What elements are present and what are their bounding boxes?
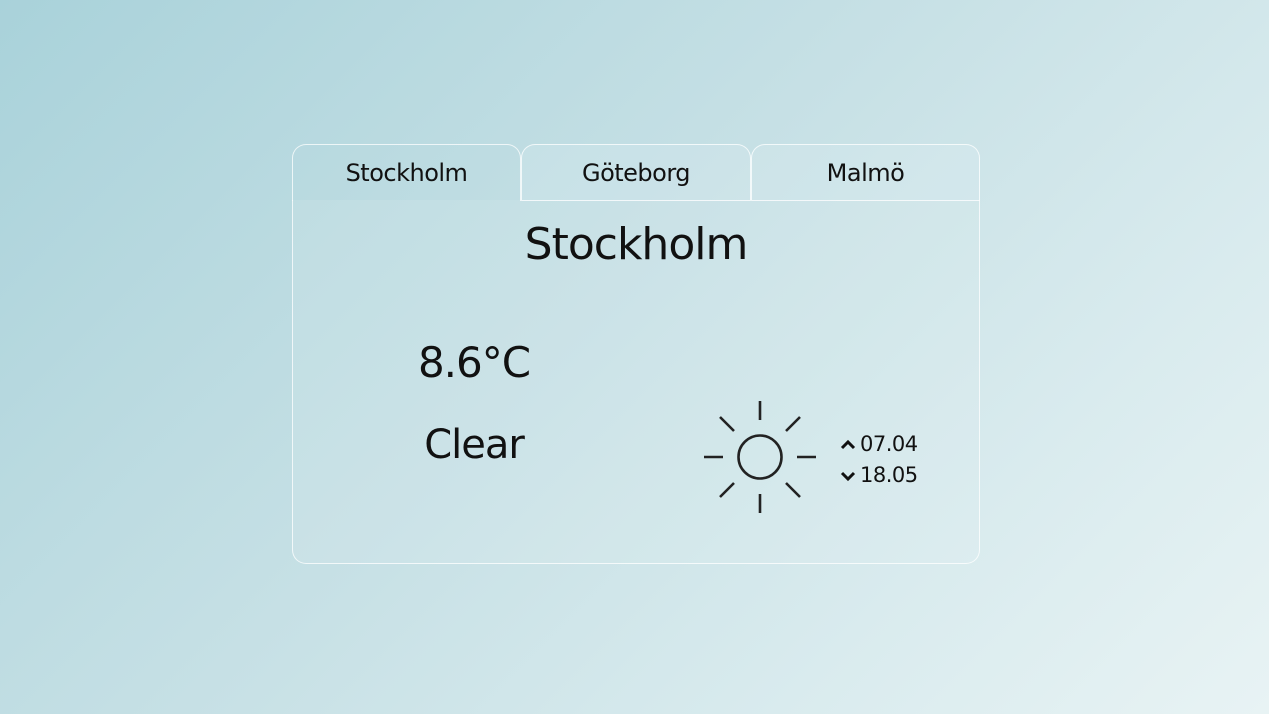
city-tabs: Stockholm Göteborg Malmö [292,144,980,201]
tab-goteborg[interactable]: Göteborg [521,144,751,201]
temperature-value: 8.6°C [417,338,531,387]
weather-condition: Clear [424,422,525,468]
sunrise-time: 07.04 [860,432,918,456]
sunset-time: 18.05 [860,463,918,487]
city-title: Stockholm [524,219,749,270]
sunset-row: 18.05 [839,460,918,491]
weather-widget: Stockholm Göteborg Malmö Stockholm 8.6°C… [292,144,980,564]
chevron-down-icon [840,471,856,481]
sunrise-row: 07.04 [839,429,918,460]
tab-malmo[interactable]: Malmö [751,144,980,201]
sun-icon [704,401,816,513]
sun-times: 07.04 18.05 [839,429,918,491]
chevron-up-icon [840,439,856,449]
tab-stockholm[interactable]: Stockholm [292,144,521,201]
